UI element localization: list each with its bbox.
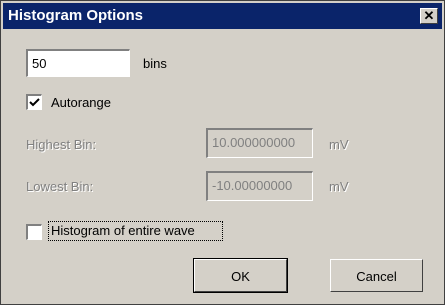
autorange-label: Autorange [51, 95, 111, 110]
highest-bin-unit: mV [329, 137, 349, 152]
ok-button-label: OK [231, 269, 250, 284]
histogram-options-dialog: Histogram Options ✕ 50 bins Autorange Hi… [0, 0, 445, 305]
entire-wave-label: Histogram of entire wave [51, 223, 195, 238]
autorange-checkbox[interactable] [26, 94, 42, 110]
bins-input[interactable]: 50 [26, 49, 130, 77]
ok-button[interactable]: OK [193, 258, 288, 293]
close-button[interactable]: ✕ [420, 8, 438, 24]
highest-bin-label: Highest Bin: [26, 137, 97, 152]
title-bar[interactable]: Histogram Options ✕ [3, 3, 442, 29]
close-icon: ✕ [423, 8, 435, 23]
lowest-bin-unit: mV [329, 179, 349, 194]
checkmark-icon [29, 98, 40, 107]
highest-bin-input[interactable]: 10.000000000 [206, 128, 313, 158]
lowest-bin-label: Lowest Bin: [26, 179, 94, 194]
entire-wave-checkbox[interactable] [26, 224, 42, 240]
lowest-bin-input[interactable]: -10.00000000 [206, 171, 313, 201]
bins-label: bins [143, 56, 167, 71]
cancel-button-label: Cancel [356, 269, 397, 284]
dialog-title: Histogram Options [8, 7, 144, 24]
cancel-button[interactable]: Cancel [330, 259, 423, 292]
